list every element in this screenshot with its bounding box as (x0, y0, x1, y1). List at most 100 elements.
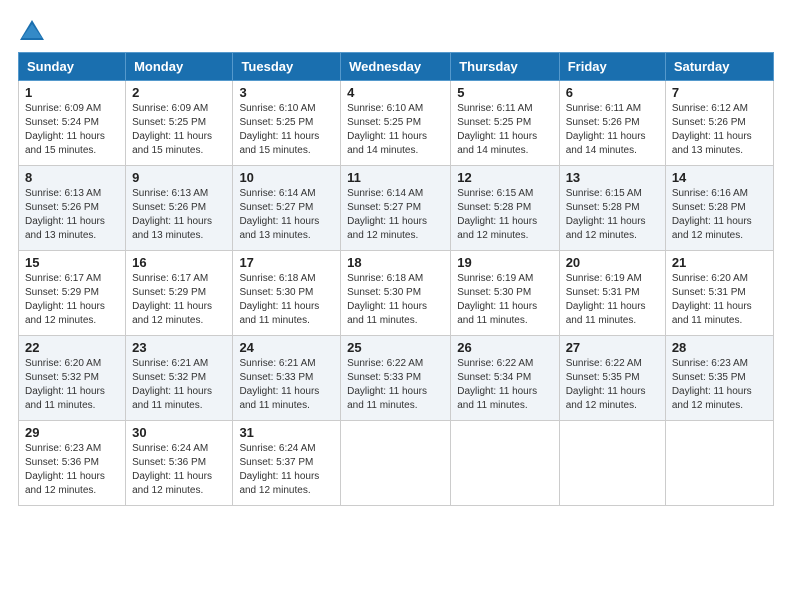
day-cell (451, 421, 559, 506)
day-cell: 31 Sunrise: 6:24 AMSunset: 5:37 PMDaylig… (233, 421, 341, 506)
day-info: Sunrise: 6:24 AMSunset: 5:36 PMDaylight:… (132, 443, 212, 496)
day-info: Sunrise: 6:20 AMSunset: 5:32 PMDaylight:… (25, 358, 105, 411)
day-cell: 29 Sunrise: 6:23 AMSunset: 5:36 PMDaylig… (19, 421, 126, 506)
day-info: Sunrise: 6:14 AMSunset: 5:27 PMDaylight:… (347, 188, 427, 241)
day-cell: 30 Sunrise: 6:24 AMSunset: 5:36 PMDaylig… (126, 421, 233, 506)
day-info: Sunrise: 6:10 AMSunset: 5:25 PMDaylight:… (347, 103, 427, 156)
day-cell: 4 Sunrise: 6:10 AMSunset: 5:25 PMDayligh… (341, 81, 451, 166)
day-cell: 17 Sunrise: 6:18 AMSunset: 5:30 PMDaylig… (233, 251, 341, 336)
day-number: 5 (457, 85, 552, 100)
day-cell: 12 Sunrise: 6:15 AMSunset: 5:28 PMDaylig… (451, 166, 559, 251)
day-info: Sunrise: 6:24 AMSunset: 5:37 PMDaylight:… (239, 443, 319, 496)
day-info: Sunrise: 6:18 AMSunset: 5:30 PMDaylight:… (347, 273, 427, 326)
page: SundayMondayTuesdayWednesdayThursdayFrid… (0, 0, 792, 612)
day-cell: 18 Sunrise: 6:18 AMSunset: 5:30 PMDaylig… (341, 251, 451, 336)
day-info: Sunrise: 6:10 AMSunset: 5:25 PMDaylight:… (239, 103, 319, 156)
header-friday: Friday (559, 53, 665, 81)
day-info: Sunrise: 6:22 AMSunset: 5:33 PMDaylight:… (347, 358, 427, 411)
day-info: Sunrise: 6:18 AMSunset: 5:30 PMDaylight:… (239, 273, 319, 326)
day-cell: 21 Sunrise: 6:20 AMSunset: 5:31 PMDaylig… (665, 251, 773, 336)
day-number: 4 (347, 85, 444, 100)
header (18, 18, 774, 46)
day-number: 13 (566, 170, 659, 185)
day-cell: 20 Sunrise: 6:19 AMSunset: 5:31 PMDaylig… (559, 251, 665, 336)
day-number: 25 (347, 340, 444, 355)
day-number: 23 (132, 340, 226, 355)
day-cell: 26 Sunrise: 6:22 AMSunset: 5:34 PMDaylig… (451, 336, 559, 421)
day-number: 11 (347, 170, 444, 185)
calendar-table: SundayMondayTuesdayWednesdayThursdayFrid… (18, 52, 774, 506)
day-number: 19 (457, 255, 552, 270)
day-cell: 10 Sunrise: 6:14 AMSunset: 5:27 PMDaylig… (233, 166, 341, 251)
day-cell: 9 Sunrise: 6:13 AMSunset: 5:26 PMDayligh… (126, 166, 233, 251)
day-info: Sunrise: 6:15 AMSunset: 5:28 PMDaylight:… (457, 188, 537, 241)
day-info: Sunrise: 6:21 AMSunset: 5:33 PMDaylight:… (239, 358, 319, 411)
day-number: 22 (25, 340, 119, 355)
day-number: 26 (457, 340, 552, 355)
day-info: Sunrise: 6:16 AMSunset: 5:28 PMDaylight:… (672, 188, 752, 241)
day-cell: 27 Sunrise: 6:22 AMSunset: 5:35 PMDaylig… (559, 336, 665, 421)
day-cell (665, 421, 773, 506)
day-info: Sunrise: 6:11 AMSunset: 5:25 PMDaylight:… (457, 103, 537, 156)
day-number: 9 (132, 170, 226, 185)
day-number: 6 (566, 85, 659, 100)
day-cell (559, 421, 665, 506)
week-row-2: 8 Sunrise: 6:13 AMSunset: 5:26 PMDayligh… (19, 166, 774, 251)
day-number: 20 (566, 255, 659, 270)
day-number: 18 (347, 255, 444, 270)
day-cell: 11 Sunrise: 6:14 AMSunset: 5:27 PMDaylig… (341, 166, 451, 251)
week-row-4: 22 Sunrise: 6:20 AMSunset: 5:32 PMDaylig… (19, 336, 774, 421)
day-cell: 13 Sunrise: 6:15 AMSunset: 5:28 PMDaylig… (559, 166, 665, 251)
day-cell: 1 Sunrise: 6:09 AMSunset: 5:24 PMDayligh… (19, 81, 126, 166)
header-saturday: Saturday (665, 53, 773, 81)
day-cell: 5 Sunrise: 6:11 AMSunset: 5:25 PMDayligh… (451, 81, 559, 166)
day-cell: 19 Sunrise: 6:19 AMSunset: 5:30 PMDaylig… (451, 251, 559, 336)
header-sunday: Sunday (19, 53, 126, 81)
day-number: 12 (457, 170, 552, 185)
day-cell: 16 Sunrise: 6:17 AMSunset: 5:29 PMDaylig… (126, 251, 233, 336)
day-info: Sunrise: 6:22 AMSunset: 5:34 PMDaylight:… (457, 358, 537, 411)
day-info: Sunrise: 6:14 AMSunset: 5:27 PMDaylight:… (239, 188, 319, 241)
header-wednesday: Wednesday (341, 53, 451, 81)
logo (18, 18, 50, 46)
day-info: Sunrise: 6:15 AMSunset: 5:28 PMDaylight:… (566, 188, 646, 241)
days-header-row: SundayMondayTuesdayWednesdayThursdayFrid… (19, 53, 774, 81)
day-cell: 28 Sunrise: 6:23 AMSunset: 5:35 PMDaylig… (665, 336, 773, 421)
day-number: 27 (566, 340, 659, 355)
day-number: 24 (239, 340, 334, 355)
header-tuesday: Tuesday (233, 53, 341, 81)
day-number: 7 (672, 85, 767, 100)
day-cell: 15 Sunrise: 6:17 AMSunset: 5:29 PMDaylig… (19, 251, 126, 336)
day-number: 28 (672, 340, 767, 355)
day-cell: 22 Sunrise: 6:20 AMSunset: 5:32 PMDaylig… (19, 336, 126, 421)
week-row-5: 29 Sunrise: 6:23 AMSunset: 5:36 PMDaylig… (19, 421, 774, 506)
day-info: Sunrise: 6:17 AMSunset: 5:29 PMDaylight:… (25, 273, 105, 326)
day-info: Sunrise: 6:13 AMSunset: 5:26 PMDaylight:… (25, 188, 105, 241)
day-number: 2 (132, 85, 226, 100)
day-cell: 7 Sunrise: 6:12 AMSunset: 5:26 PMDayligh… (665, 81, 773, 166)
day-info: Sunrise: 6:11 AMSunset: 5:26 PMDaylight:… (566, 103, 646, 156)
day-info: Sunrise: 6:19 AMSunset: 5:30 PMDaylight:… (457, 273, 537, 326)
day-number: 31 (239, 425, 334, 440)
day-info: Sunrise: 6:20 AMSunset: 5:31 PMDaylight:… (672, 273, 752, 326)
day-info: Sunrise: 6:19 AMSunset: 5:31 PMDaylight:… (566, 273, 646, 326)
day-info: Sunrise: 6:22 AMSunset: 5:35 PMDaylight:… (566, 358, 646, 411)
day-number: 21 (672, 255, 767, 270)
day-number: 10 (239, 170, 334, 185)
day-cell: 6 Sunrise: 6:11 AMSunset: 5:26 PMDayligh… (559, 81, 665, 166)
day-info: Sunrise: 6:21 AMSunset: 5:32 PMDaylight:… (132, 358, 212, 411)
day-number: 15 (25, 255, 119, 270)
week-row-1: 1 Sunrise: 6:09 AMSunset: 5:24 PMDayligh… (19, 81, 774, 166)
day-number: 30 (132, 425, 226, 440)
day-cell: 14 Sunrise: 6:16 AMSunset: 5:28 PMDaylig… (665, 166, 773, 251)
day-cell: 3 Sunrise: 6:10 AMSunset: 5:25 PMDayligh… (233, 81, 341, 166)
week-row-3: 15 Sunrise: 6:17 AMSunset: 5:29 PMDaylig… (19, 251, 774, 336)
header-thursday: Thursday (451, 53, 559, 81)
day-info: Sunrise: 6:23 AMSunset: 5:36 PMDaylight:… (25, 443, 105, 496)
day-number: 14 (672, 170, 767, 185)
day-cell: 24 Sunrise: 6:21 AMSunset: 5:33 PMDaylig… (233, 336, 341, 421)
day-number: 1 (25, 85, 119, 100)
day-cell (341, 421, 451, 506)
day-number: 29 (25, 425, 119, 440)
day-cell: 8 Sunrise: 6:13 AMSunset: 5:26 PMDayligh… (19, 166, 126, 251)
